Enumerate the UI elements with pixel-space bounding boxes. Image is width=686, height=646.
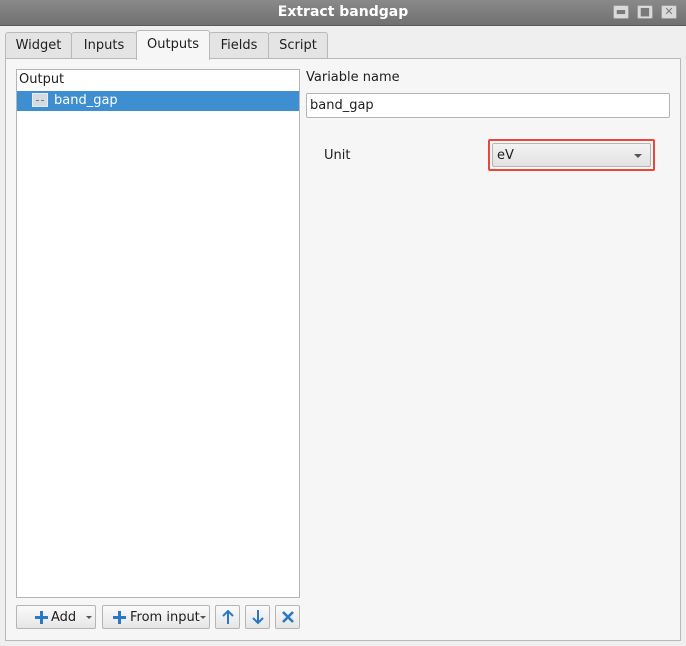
tab-script[interactable]: Script [268, 32, 328, 59]
chevron-down-icon [86, 616, 92, 619]
unit-value: eV [497, 148, 514, 163]
list-header: Output [19, 72, 65, 87]
move-down-button[interactable] [245, 605, 270, 629]
tab-outputs[interactable]: Outputs [136, 30, 210, 60]
move-up-button[interactable] [215, 605, 240, 629]
outputs-pane: Output band_gap Variable name band_gap U… [5, 58, 681, 641]
maximize-icon[interactable]: ■ [637, 5, 653, 19]
from-input-button[interactable]: From input [102, 605, 210, 629]
plus-icon [35, 611, 48, 624]
delete-button[interactable] [275, 605, 300, 629]
add-button-label: Add [51, 610, 77, 625]
title-bar: Extract bandgap ▬ ■ ✕ [0, 0, 686, 26]
output-variable-icon [32, 93, 48, 107]
tab-fields[interactable]: Fields [209, 32, 269, 59]
delete-x-icon [282, 611, 294, 623]
add-button[interactable]: Add [16, 605, 96, 629]
list-item-label: band_gap [54, 93, 118, 108]
chevron-down-icon [634, 154, 642, 158]
minimize-icon[interactable]: ▬ [613, 5, 629, 19]
variable-name-label: Variable name [306, 70, 400, 85]
list-item[interactable]: band_gap [17, 91, 299, 111]
chevron-down-icon [200, 616, 206, 619]
window-title: Extract bandgap [277, 4, 409, 20]
tab-inputs[interactable]: Inputs [71, 32, 137, 59]
arrow-up-icon [222, 609, 234, 624]
unit-label: Unit [324, 148, 351, 163]
close-icon[interactable]: ✕ [661, 5, 677, 19]
arrow-down-icon [252, 610, 264, 625]
variable-name-input[interactable]: band_gap [306, 93, 670, 118]
from-input-button-label: From input [130, 610, 200, 625]
plus-icon [113, 611, 126, 624]
unit-highlight: eV [488, 139, 655, 171]
tab-widget[interactable]: Widget [5, 32, 72, 59]
unit-select[interactable]: eV [492, 143, 651, 167]
outputs-list[interactable]: Output band_gap [16, 69, 300, 598]
